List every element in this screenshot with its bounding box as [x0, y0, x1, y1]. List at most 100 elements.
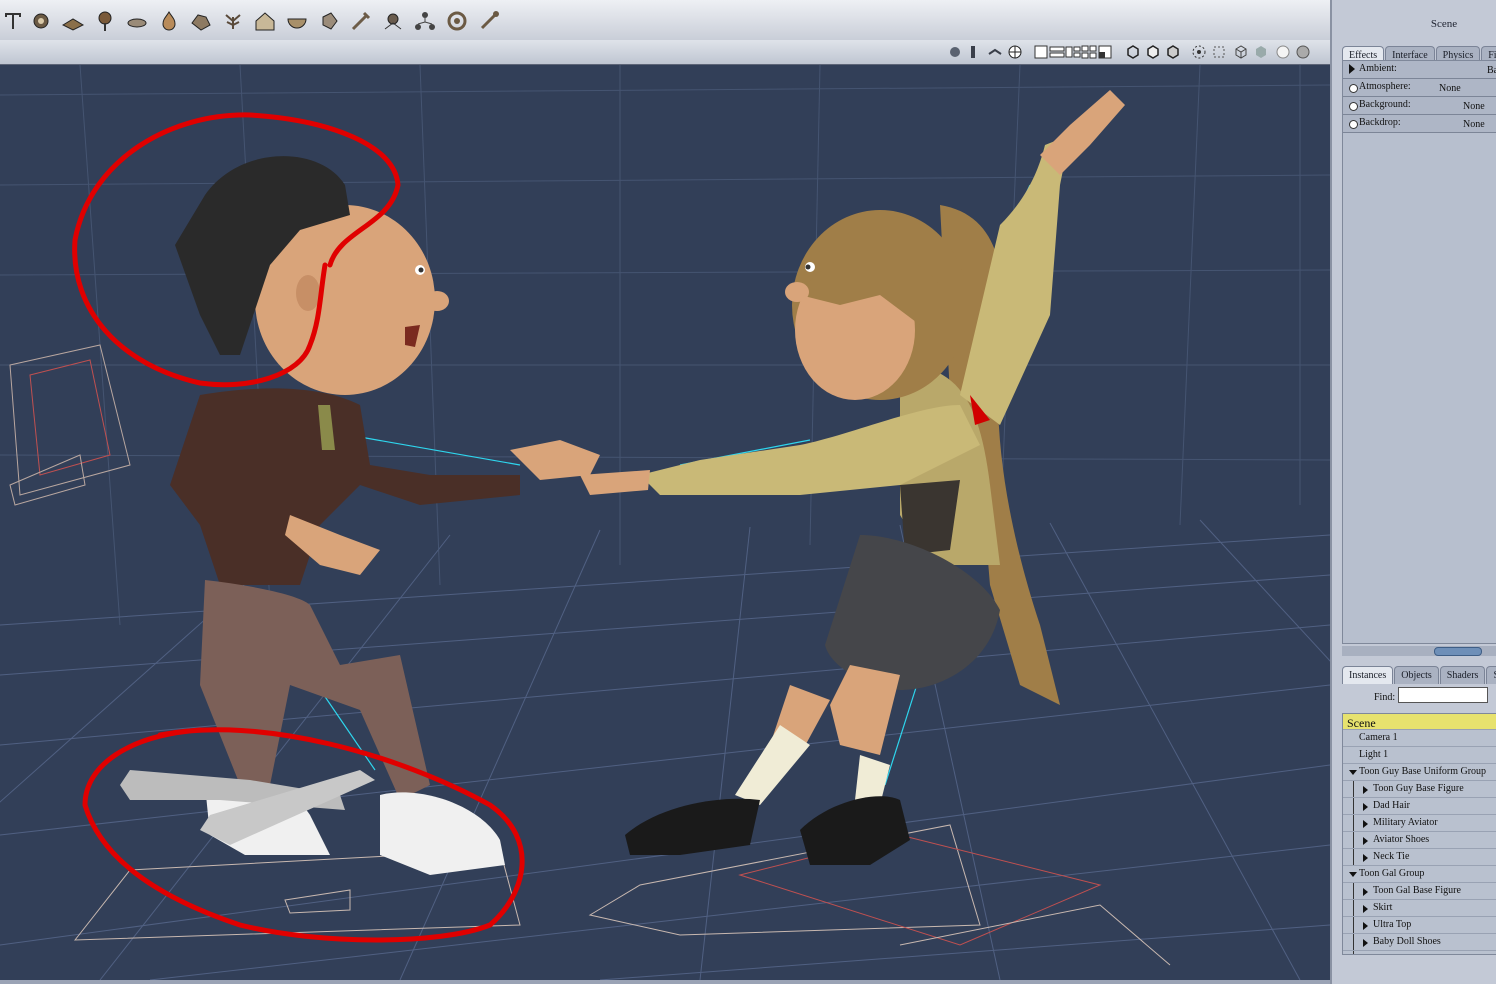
expand-arrow-icon[interactable]: [1363, 803, 1368, 811]
panel-splitter[interactable]: [1342, 646, 1496, 656]
layout-icon[interactable]: [1096, 43, 1114, 61]
effect-label: Atmosphere:: [1359, 81, 1411, 92]
tree-label: Toon Guy Base Uniform Group: [1359, 766, 1487, 777]
terrain-tool-icon[interactable]: [60, 8, 86, 34]
expand-arrow-icon[interactable]: [1363, 837, 1368, 845]
tree-row[interactable]: Military Aviator: [1343, 815, 1496, 832]
tree-row[interactable]: Toon Guy Base Figure: [1343, 781, 1496, 798]
bbox-icon[interactable]: [1210, 43, 1228, 61]
effect-label: Backdrop:: [1359, 117, 1401, 128]
effect-value[interactable]: None: [1439, 83, 1461, 94]
cloud-tool-icon[interactable]: [124, 8, 150, 34]
effect-row-background[interactable]: Background: None: [1343, 97, 1496, 115]
wire-box-icon[interactable]: [1124, 43, 1142, 61]
group-tool-icon[interactable]: [380, 8, 406, 34]
gear-tool-icon[interactable]: [28, 8, 54, 34]
tree-label: Aviator Shoes: [1373, 834, 1430, 845]
tree-row[interactable]: Camera 1: [1343, 730, 1496, 747]
tree-row[interactable]: Toon Gal Group: [1343, 866, 1496, 883]
effect-value: Ba: [1487, 65, 1496, 76]
tree-label: Skirt: [1373, 902, 1393, 913]
effect-row-ambient[interactable]: Ambient: Ba: [1343, 61, 1496, 79]
collapse-arrow-icon[interactable]: [1349, 770, 1357, 775]
tree-label: Military Aviator: [1373, 817, 1438, 828]
fire-tool-icon[interactable]: [156, 8, 182, 34]
tree-line: [1353, 815, 1354, 831]
tab-so[interactable]: So: [1486, 666, 1496, 684]
wireframe-icon[interactable]: [1232, 43, 1250, 61]
points-icon[interactable]: [1190, 43, 1208, 61]
effect-row-backdrop[interactable]: Backdrop: None: [1343, 115, 1496, 133]
effect-value[interactable]: None: [1463, 101, 1485, 112]
instance-tree: Scene Camera 1 Light 1 Toon Guy Base Unifor…: [1342, 713, 1496, 955]
panel-title: Scene: [1430, 18, 1458, 30]
smooth-shade-icon[interactable]: [1274, 43, 1292, 61]
find-label: Find:: [1374, 692, 1396, 703]
house-tool-icon[interactable]: [252, 8, 278, 34]
tree-row[interactable]: Scene: [1343, 714, 1496, 730]
tree-label: Dad Hair: [1373, 800, 1410, 811]
expand-arrow-icon[interactable]: [1363, 939, 1368, 947]
target-tool-icon[interactable]: [444, 8, 470, 34]
bone-tool-icon[interactable]: [476, 8, 502, 34]
expand-arrow-icon[interactable]: [1363, 888, 1368, 896]
expand-arrow-icon[interactable]: [1349, 64, 1355, 74]
effect-row-atmosphere[interactable]: Atmosphere: None: [1343, 79, 1496, 97]
hand-tool-icon[interactable]: [316, 8, 342, 34]
bowl-tool-icon[interactable]: [284, 8, 310, 34]
tab-shaders[interactable]: Shaders: [1439, 666, 1486, 684]
link-tool-icon[interactable]: [412, 8, 438, 34]
tree-line: [1353, 798, 1354, 814]
effect-value[interactable]: None: [1463, 119, 1485, 130]
tree-line: [1353, 832, 1354, 848]
figure-icon[interactable]: [964, 43, 982, 61]
radio-dot-icon[interactable]: [1349, 84, 1358, 93]
splitter-handle[interactable]: [1434, 647, 1482, 656]
tree-row[interactable]: Baby Doll Shoes: [1343, 934, 1496, 951]
tab-instances[interactable]: Instances: [1342, 666, 1394, 684]
tree-row[interactable]: Dad Hair: [1343, 798, 1496, 815]
expand-arrow-icon[interactable]: [1363, 854, 1368, 862]
bird-icon[interactable]: [986, 43, 1004, 61]
collapse-arrow-icon[interactable]: [1349, 872, 1357, 877]
find-input[interactable]: [1398, 687, 1488, 703]
texture-shade-icon[interactable]: [1294, 43, 1312, 61]
status-bar: [0, 980, 1330, 984]
hidden-line-icon[interactable]: [1144, 43, 1162, 61]
tree-row[interactable]: Aviator Shoes: [1343, 832, 1496, 849]
radio-dot-icon[interactable]: [1349, 102, 1358, 111]
plant-tool-icon[interactable]: [220, 8, 246, 34]
tree-label: Toon Gal Base Figure: [1373, 885, 1461, 896]
expand-arrow-icon[interactable]: [1363, 922, 1368, 930]
mesh-icon[interactable]: [1006, 43, 1024, 61]
main-toolbar: [0, 0, 1330, 41]
tree-row[interactable]: Ponytail: [1343, 951, 1496, 954]
text-tool-icon[interactable]: [0, 8, 26, 34]
camera-icon[interactable]: [946, 43, 964, 61]
tree-row[interactable]: Neck Tie: [1343, 849, 1496, 866]
tree-row[interactable]: Toon Guy Base Uniform Group: [1343, 764, 1496, 781]
tree-label: Toon Gal Group: [1359, 868, 1425, 879]
radio-dot-icon[interactable]: [1349, 120, 1358, 129]
tab-objects[interactable]: Objects: [1394, 666, 1439, 684]
3d-viewport[interactable]: [0, 65, 1330, 980]
expand-arrow-icon[interactable]: [1363, 905, 1368, 913]
tree-row[interactable]: Skirt: [1343, 900, 1496, 917]
tree-label: Scene: [1347, 716, 1376, 730]
tree-label: Ponytail: [1373, 953, 1406, 954]
tree-line: [1353, 951, 1354, 954]
expand-arrow-icon[interactable]: [1363, 786, 1368, 794]
tree-tool-icon[interactable]: [92, 8, 118, 34]
tree-label: Toon Guy Base Figure: [1373, 783, 1464, 794]
tree-row[interactable]: Toon Gal Base Figure: [1343, 883, 1496, 900]
tree-line: [1353, 849, 1354, 865]
expand-arrow-icon[interactable]: [1363, 820, 1368, 828]
shaded-wire-icon[interactable]: [1164, 43, 1182, 61]
flat-shade-icon[interactable]: [1252, 43, 1270, 61]
sword-tool-icon[interactable]: [348, 8, 374, 34]
tree-row[interactable]: Ultra Top: [1343, 917, 1496, 934]
tree-row[interactable]: Light 1: [1343, 747, 1496, 764]
tree-line: [1353, 934, 1354, 950]
scene-render: [0, 65, 1330, 980]
rock-tool-icon[interactable]: [188, 8, 214, 34]
